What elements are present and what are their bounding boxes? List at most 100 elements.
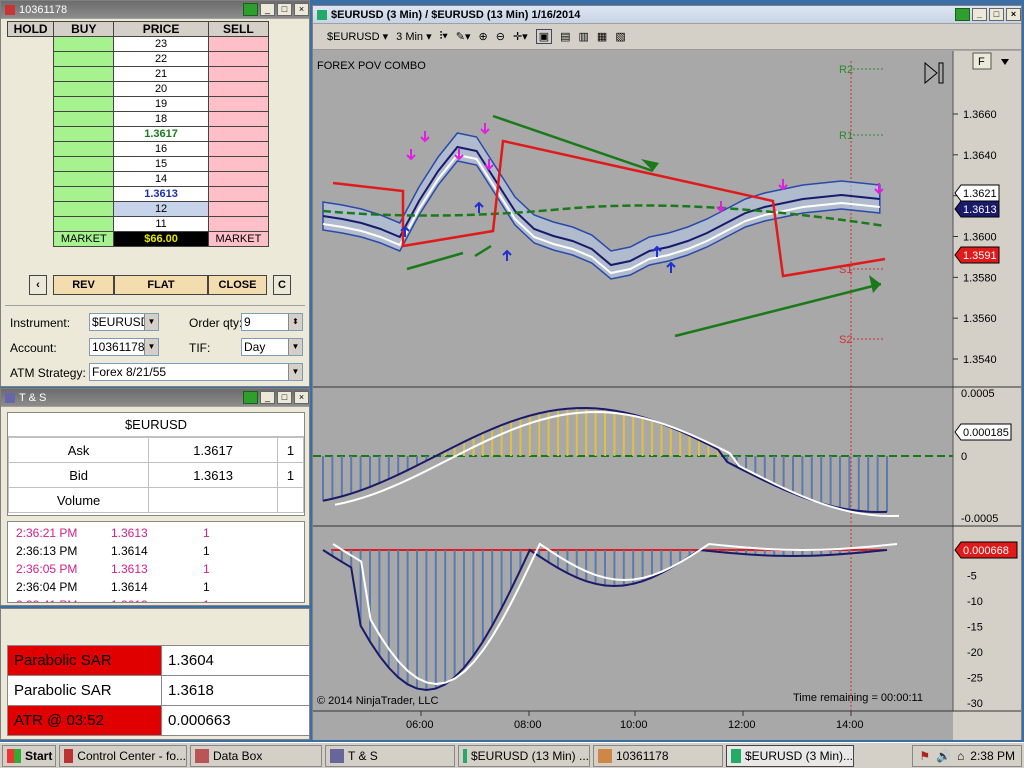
sell-cell[interactable] — [207, 81, 270, 97]
orderqty-stepper[interactable]: 9 ⬍ — [241, 313, 303, 331]
sell-cell[interactable] — [207, 96, 270, 112]
volume-icon[interactable]: 🔊 — [936, 749, 951, 763]
sell-cell[interactable] — [207, 141, 270, 157]
instrument-select[interactable]: $EURUSD ▼ — [89, 313, 159, 331]
taskbar-item[interactable]: Control Center - fo... — [59, 744, 187, 767]
c-button[interactable]: C — [273, 275, 291, 295]
link-icon[interactable] — [243, 391, 258, 404]
zoom-in-icon[interactable]: ⊕ — [479, 30, 488, 43]
buy-cell[interactable] — [53, 66, 115, 82]
crosshair-icon[interactable]: ✛▾ — [513, 30, 528, 43]
minimize-button[interactable]: _ — [260, 391, 275, 404]
buy-cell[interactable] — [53, 96, 115, 112]
buy-cell[interactable] — [53, 51, 115, 67]
sell-cell[interactable] — [207, 216, 270, 232]
sell-signal-icon — [406, 149, 416, 161]
ladder-row: 14 — [7, 171, 270, 187]
start-button[interactable]: Start — [2, 744, 56, 767]
trade-size: 1 — [203, 544, 210, 558]
strategies-icon[interactable]: ▥ — [579, 30, 589, 43]
buy-cell[interactable] — [53, 186, 115, 202]
pivot-label-s2: S2 — [839, 334, 852, 346]
chevron-down-icon: ▼ — [144, 339, 158, 355]
taskbar-item[interactable]: $EURUSD (13 Min) ... — [458, 744, 590, 767]
ladder-row: 11 — [7, 216, 270, 232]
sell-cell[interactable] — [207, 201, 270, 217]
bar-type-icon[interactable]: ⫶▾ — [440, 30, 448, 43]
data-series-icon[interactable]: ▦ — [597, 30, 607, 43]
taskbar-item[interactable]: T & S — [325, 744, 455, 767]
zoom-out-icon[interactable]: ⊖ — [496, 30, 505, 43]
ts-titlebar[interactable]: T & S _ □ × — [1, 389, 309, 407]
buy-cell[interactable] — [53, 111, 115, 127]
atm-select[interactable]: Forex 8/21/55 ▼ — [89, 363, 303, 381]
sell-cell[interactable] — [207, 66, 270, 82]
left-button[interactable]: ‹ — [29, 275, 47, 295]
maximize-button[interactable]: □ — [277, 3, 292, 16]
maximize-button[interactable]: □ — [277, 391, 292, 404]
sell-cell[interactable] — [207, 156, 270, 172]
market-buy-button[interactable]: MARKET — [53, 231, 115, 247]
link-icon[interactable] — [955, 8, 970, 21]
flatten-button[interactable]: FLAT — [114, 275, 208, 295]
hold-header[interactable]: HOLD — [6, 21, 55, 37]
price-marker-label: 1.3591 — [963, 250, 997, 262]
sell-cell[interactable] — [207, 111, 270, 127]
close-button[interactable]: × — [294, 391, 309, 404]
trade-row: 2:33:41 PM1.36131 — [16, 596, 304, 602]
ts-trades-list[interactable]: 2:36:21 PM 1.3613 1 2:36:13 PM 1.3614 1 2:36:0… — [7, 521, 305, 603]
buy-cell[interactable] — [53, 81, 115, 97]
minimize-button[interactable]: _ — [972, 8, 987, 21]
pencil-icon[interactable]: ✎▾ — [456, 30, 471, 43]
price-chart[interactable]: 1.36601.36401.36201.36001.35801.35601.35… — [313, 51, 1021, 740]
buy-cell[interactable] — [53, 216, 115, 232]
sell-cell[interactable] — [207, 36, 270, 52]
ts-size: 1 — [276, 437, 305, 463]
buy-cell[interactable] — [53, 171, 115, 187]
network-icon[interactable]: ⌂ — [957, 749, 964, 763]
taskbar-item[interactable]: $EURUSD (3 Min)... — [726, 744, 854, 767]
spin-icon[interactable]: ⬍ — [288, 314, 302, 330]
buy-cell[interactable] — [53, 156, 115, 172]
properties-icon[interactable]: ▣ — [535, 29, 553, 44]
buy-cell[interactable] — [53, 126, 115, 142]
close-button[interactable]: × — [1006, 8, 1021, 21]
dom-titlebar[interactable]: 10361178 _ □ × — [1, 1, 309, 19]
reverse-button[interactable]: REV — [53, 275, 114, 295]
price-tick-label: 1.3540 — [963, 354, 997, 366]
trade-row: 2:36:21 PM 1.3613 1 — [16, 524, 304, 542]
sell-cell[interactable] — [207, 126, 270, 142]
price-cell: 22 — [113, 51, 209, 67]
price-cell: 18 — [113, 111, 209, 127]
templates-icon[interactable]: ▧ — [615, 30, 625, 43]
close-button[interactable]: × — [294, 3, 309, 16]
minimize-button[interactable]: _ — [260, 3, 275, 16]
taskbar-item[interactable]: Data Box — [190, 744, 322, 767]
chart-name-label: FOREX POV COMBO — [317, 60, 426, 72]
close-position-button[interactable]: CLOSE — [208, 275, 267, 295]
sell-signal-icon — [420, 131, 430, 143]
osc-tick-label: -25 — [967, 673, 983, 685]
tif-select[interactable]: Day ▼ — [241, 338, 303, 356]
sell-cell[interactable] — [207, 186, 270, 202]
taskbar-item[interactable]: 10361178 — [593, 744, 723, 767]
account-select[interactable]: 10361178 ▼ — [89, 338, 159, 356]
macd-tick-label: 0 — [961, 451, 967, 463]
time-remaining-label: Time remaining = 00:00:11 — [793, 692, 923, 704]
sell-cell[interactable] — [207, 51, 270, 67]
link-icon[interactable] — [243, 3, 258, 16]
ts-label: Bid — [7, 462, 150, 488]
tray-icon-1[interactable]: ⚑ — [919, 749, 930, 763]
market-sell-button[interactable]: MARKET — [207, 231, 270, 247]
instrument-selector[interactable]: $EURUSD ▾ — [327, 30, 388, 43]
sell-cell[interactable] — [207, 171, 270, 187]
buy-cell[interactable] — [53, 36, 115, 52]
indicator-value: 0.000663 — [161, 705, 310, 736]
indicators-icon[interactable]: ▤ — [560, 30, 570, 43]
chart-titlebar[interactable]: $EURUSD (3 Min) / $EURUSD (13 Min) 1/16/… — [313, 6, 1021, 24]
buy-cell[interactable] — [53, 141, 115, 157]
ts-app-icon — [5, 392, 15, 403]
buy-cell[interactable] — [53, 201, 115, 217]
maximize-button[interactable]: □ — [989, 8, 1004, 21]
period-selector[interactable]: 3 Min ▾ — [396, 30, 431, 43]
